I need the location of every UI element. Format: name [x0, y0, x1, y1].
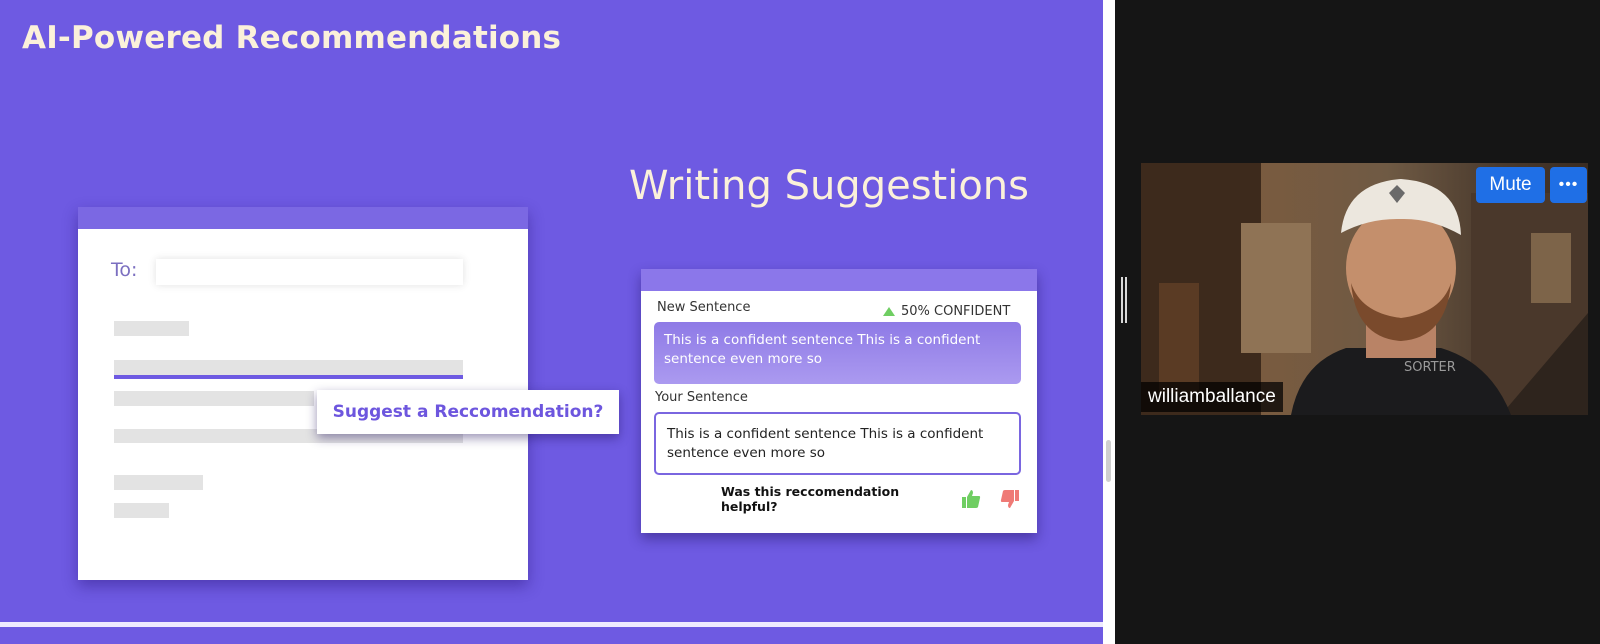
presentation-slide: AI-Powered Recommendations Writing Sugge…	[0, 0, 1103, 644]
panel-splitter[interactable]	[1103, 0, 1115, 644]
to-label: To:	[111, 259, 138, 281]
placeholder-line	[114, 475, 203, 490]
more-options-icon[interactable]: •••	[1550, 167, 1587, 203]
your-sentence-label: Your Sentence	[655, 390, 748, 405]
resize-grip-icon[interactable]	[1121, 277, 1127, 323]
new-sentence-label: New Sentence	[657, 300, 751, 315]
placeholder-line	[114, 503, 169, 518]
thumbs-down-icon[interactable]	[1000, 488, 1021, 510]
section-title: Writing Suggestions	[629, 163, 1029, 209]
helpful-question: Was this reccomendation helpful?	[721, 484, 900, 514]
slide-title: AI-Powered Recommendations	[22, 20, 562, 56]
placeholder-line	[114, 391, 314, 406]
writing-suggestion-card: New Sentence 50% CONFIDENT This is a con…	[641, 269, 1037, 533]
participant-video-tile[interactable]: SORTER Mute ••• williamballance	[1141, 163, 1588, 415]
helpful-feedback-row: Was this reccomendation helpful?	[721, 484, 1021, 514]
suggest-recommendation-button[interactable]: Suggest a Reccomendation?	[317, 390, 619, 434]
placeholder-line	[114, 360, 463, 375]
new-sentence-box: This is a confident sentence This is a c…	[654, 322, 1021, 384]
suggestion-card-header	[641, 269, 1037, 291]
confidence-text: 50% CONFIDENT	[901, 303, 1011, 319]
triangle-up-icon	[883, 306, 895, 316]
participant-name: williamballance	[1141, 382, 1283, 412]
slide-bottom-border	[0, 622, 1103, 627]
your-sentence-box: This is a confident sentence This is a c…	[654, 412, 1021, 475]
thumbs-up-icon[interactable]	[961, 488, 982, 510]
confidence-badge: 50% CONFIDENT	[869, 299, 1033, 323]
email-card-header	[78, 207, 528, 229]
highlight-underline	[114, 375, 463, 379]
to-field	[156, 259, 463, 285]
scrollbar-thumb[interactable]	[1106, 440, 1111, 482]
shirt-logo-text: SORTER	[1404, 360, 1456, 375]
mute-button[interactable]: Mute	[1476, 167, 1545, 203]
placeholder-line	[114, 321, 189, 336]
